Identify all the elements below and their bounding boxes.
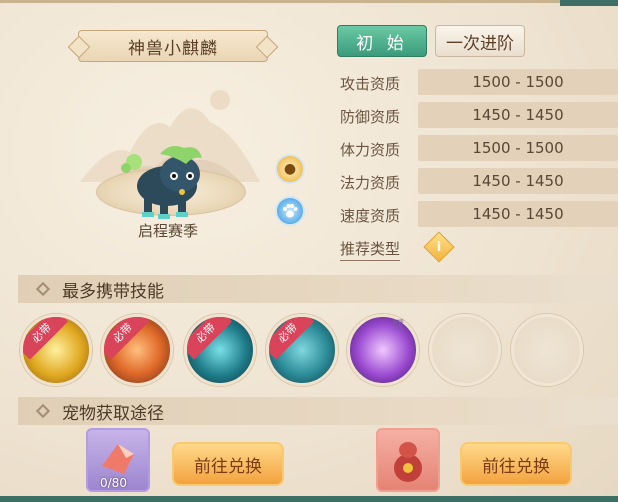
stat-defense-value: 1450 - 1450 [418, 102, 618, 128]
top-accent-line [560, 0, 618, 6]
pet-name: 神兽小麒麟 [128, 38, 218, 59]
stat-stamina-value: 1500 - 1500 [418, 135, 618, 161]
skill-slot-3[interactable]: 必带 [184, 314, 256, 386]
diamond-bullet-icon [35, 403, 51, 419]
stat-speed-value: 1450 - 1450 [418, 201, 618, 227]
acquire-section-header: 宠物获取途径 [18, 397, 618, 425]
recommend-type-link[interactable]: 推荐类型 [340, 238, 401, 261]
diamond-bullet-icon [35, 281, 51, 297]
skill-slot-6-empty[interactable] [429, 314, 501, 386]
stat-defense-label: 防御资质 [340, 108, 401, 126]
go-exchange-button-2[interactable]: 前往兑换 [460, 442, 572, 486]
acquire-section-title: 宠物获取途径 [62, 403, 164, 424]
skill-slot-4[interactable]: 必带 [266, 314, 338, 386]
skill-slot-1[interactable]: 必带 [20, 314, 92, 386]
tab-first-advance[interactable]: 一次进阶 [435, 25, 525, 57]
tab-initial[interactable]: 初 始 [337, 25, 427, 57]
go-exchange-label: 前往兑换 [482, 456, 550, 477]
tab-first-advance-label: 一次进阶 [446, 33, 514, 54]
skills-section-title: 最多携带技能 [62, 281, 164, 302]
stat-speed-label: 速度资质 [340, 207, 401, 225]
stat-magic-label: 法力资质 [340, 174, 401, 192]
red-gourd-item-icon[interactable] [376, 428, 440, 492]
qilin-pet-figure[interactable] [112, 138, 222, 224]
paw-button[interactable] [275, 196, 305, 226]
go-exchange-label: 前往兑换 [194, 456, 262, 477]
pet-face-icon: ● [283, 161, 297, 177]
stat-attack-value: 1500 - 1500 [418, 69, 618, 95]
gourd-graphic [394, 442, 422, 482]
skills-section-header: 最多携带技能 [18, 275, 618, 303]
skill-slot-5[interactable] [347, 314, 419, 386]
season-label: 启程赛季 [137, 222, 198, 240]
talent-tag: 赋 [392, 318, 405, 332]
stat-magic-value: 1450 - 1450 [418, 168, 618, 194]
paw-icon [283, 204, 298, 218]
pet-preview-button[interactable]: ● [275, 154, 305, 184]
stat-attack-label: 攻击资质 [340, 75, 401, 93]
pet-name-plate: 神兽小麒麟 [78, 30, 268, 62]
go-exchange-button-1[interactable]: 前往兑换 [172, 442, 284, 486]
skill-slot-7-empty[interactable] [511, 314, 583, 386]
skill-slot-2[interactable]: 必带 [101, 314, 173, 386]
item-count: 0/80 [100, 476, 127, 490]
stat-stamina-label: 体力资质 [340, 141, 401, 159]
tab-initial-label: 初 始 [356, 33, 408, 54]
bottom-accent-line [0, 496, 618, 502]
